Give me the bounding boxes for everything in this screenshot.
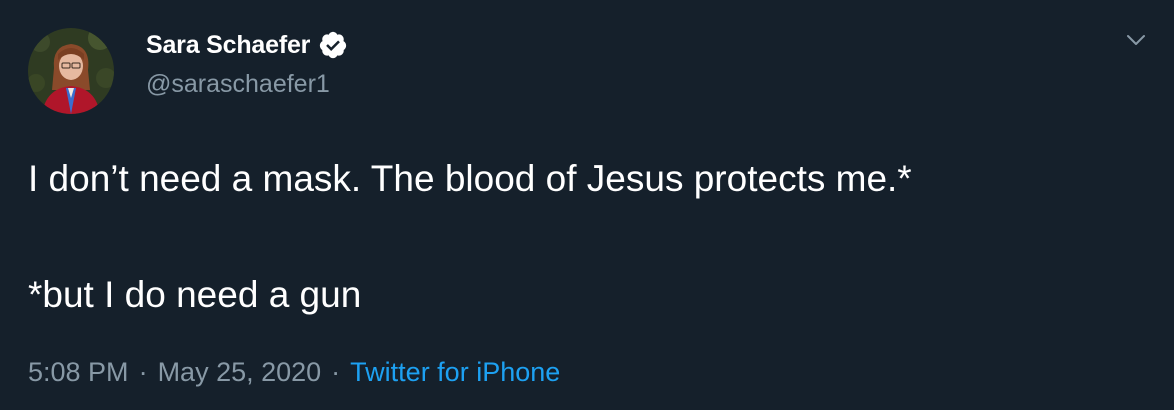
verified-badge-icon <box>318 30 348 60</box>
tweet-date[interactable]: May 25, 2020 <box>158 357 322 387</box>
tweet-text-line: I don’t need a mask. The blood of Jesus … <box>28 158 912 199</box>
tweet-card: Sara Schaefer @saraschaefer1 I don’t nee… <box>0 0 1174 410</box>
tweet-metadata: 5:08 PM · May 25, 2020 · Twitter for iPhone <box>28 357 560 388</box>
separator-dot: · <box>331 357 341 387</box>
tweet-source-link[interactable]: Twitter for iPhone <box>350 357 560 387</box>
name-row: Sara Schaefer <box>146 27 348 63</box>
avatar-image <box>28 28 114 114</box>
tweet-text-line: *but I do need a gun <box>28 274 362 315</box>
chevron-down-icon[interactable] <box>1124 28 1148 52</box>
tweet-time[interactable]: 5:08 PM <box>28 357 129 387</box>
avatar[interactable] <box>28 28 114 114</box>
display-name[interactable]: Sara Schaefer <box>146 31 310 60</box>
tweet-text: I don’t need a mask. The blood of Jesus … <box>28 150 1138 324</box>
user-handle[interactable]: @saraschaefer1 <box>146 70 330 99</box>
separator-dot: · <box>138 357 148 387</box>
